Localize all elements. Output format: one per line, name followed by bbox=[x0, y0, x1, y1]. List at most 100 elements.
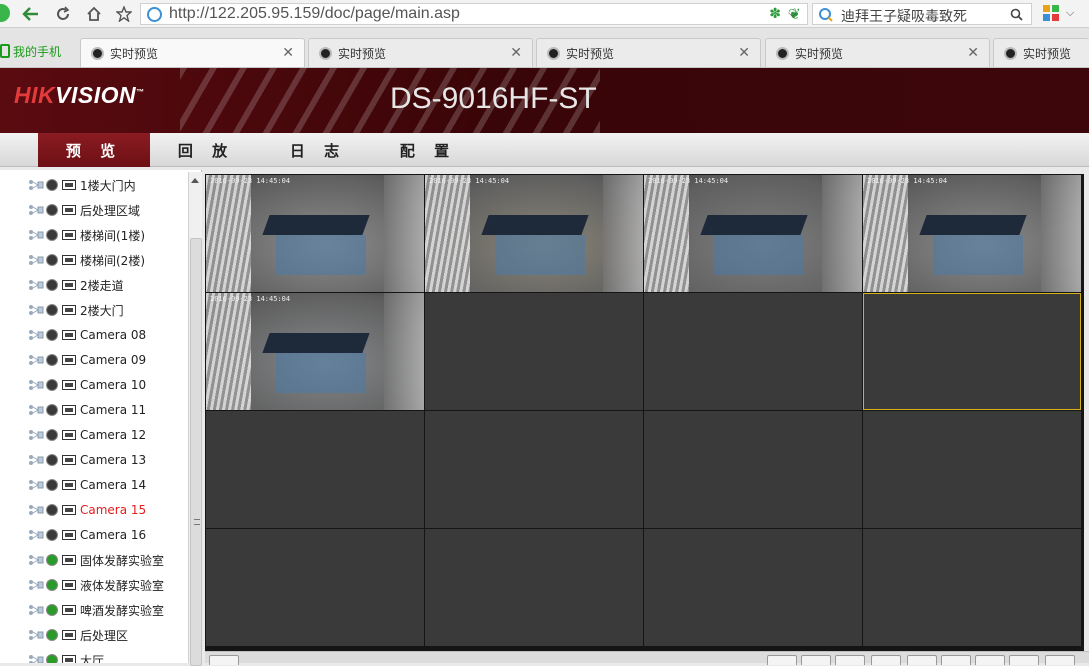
camera-icon[interactable] bbox=[46, 279, 58, 291]
camera-icon[interactable] bbox=[46, 329, 58, 341]
record-icon[interactable] bbox=[62, 580, 76, 590]
tab-preview-2[interactable]: 实时预览 ✕ bbox=[308, 38, 533, 67]
play-icon[interactable] bbox=[46, 604, 58, 616]
toolbar-button-6[interactable] bbox=[941, 655, 971, 665]
video-cell-empty[interactable] bbox=[206, 529, 424, 646]
apps-chevron-icon[interactable]: ⌵ bbox=[1066, 6, 1074, 20]
chevron-down-icon[interactable]: ⌵ bbox=[788, 6, 797, 21]
close-tab-icon[interactable]: ✕ bbox=[738, 45, 750, 61]
play-icon[interactable] bbox=[46, 629, 58, 641]
record-icon[interactable] bbox=[62, 555, 76, 565]
record-icon[interactable] bbox=[62, 655, 76, 663]
record-icon[interactable] bbox=[62, 455, 76, 465]
camera-tree-item[interactable]: Camera 16 bbox=[28, 524, 146, 546]
tab-preview-3[interactable]: 实时预览 ✕ bbox=[536, 38, 761, 67]
camera-tree-item[interactable]: 楼梯间(1楼) bbox=[28, 224, 145, 246]
camera-tree-item[interactable]: 2楼走道 bbox=[28, 274, 124, 296]
search-field[interactable]: 迪拜王子疑吸毒致死 bbox=[812, 3, 1032, 25]
record-icon[interactable] bbox=[62, 380, 76, 390]
camera-tree-item[interactable]: Camera 11 bbox=[28, 399, 146, 421]
camera-tree-item[interactable]: Camera 15 bbox=[28, 499, 146, 521]
video-cell-live[interactable]: 2016-09-23 14:45:04 bbox=[206, 293, 424, 410]
camera-tree-item[interactable]: Camera 08 bbox=[28, 324, 146, 346]
camera-tree-item[interactable]: 液体发酵实验室 bbox=[28, 574, 164, 596]
video-cell-empty[interactable] bbox=[425, 529, 643, 646]
video-cell-live[interactable]: 2016-09-23 14:45:04 bbox=[425, 175, 643, 292]
nav-preview[interactable]: 预 览 bbox=[38, 133, 150, 167]
nav-config[interactable]: 配 置 bbox=[372, 133, 484, 167]
camera-icon[interactable] bbox=[46, 254, 58, 266]
camera-icon[interactable] bbox=[46, 379, 58, 391]
record-icon[interactable] bbox=[62, 330, 76, 340]
video-cell-empty[interactable] bbox=[863, 293, 1081, 410]
close-tab-icon[interactable]: ✕ bbox=[967, 45, 979, 61]
video-cell-live[interactable]: 2016-09-23 14:45:04 bbox=[644, 175, 862, 292]
camera-icon[interactable] bbox=[46, 454, 58, 466]
tree-scrollbar[interactable] bbox=[188, 172, 202, 666]
url-field[interactable]: http://122.205.95.159/doc/page/main.asp … bbox=[140, 3, 808, 25]
camera-icon[interactable] bbox=[46, 504, 58, 516]
camera-tree-item[interactable]: Camera 13 bbox=[28, 449, 146, 471]
camera-tree-item[interactable]: Camera 12 bbox=[28, 424, 146, 446]
record-icon[interactable] bbox=[62, 430, 76, 440]
record-icon[interactable] bbox=[62, 530, 76, 540]
apps-icon[interactable] bbox=[1043, 5, 1059, 21]
camera-tree-item[interactable]: 楼梯间(2楼) bbox=[28, 249, 145, 271]
video-cell-empty[interactable] bbox=[425, 293, 643, 410]
record-icon[interactable] bbox=[62, 480, 76, 490]
camera-tree-item[interactable]: Camera 14 bbox=[28, 474, 146, 496]
record-icon[interactable] bbox=[62, 255, 76, 265]
camera-icon[interactable] bbox=[46, 479, 58, 491]
camera-icon[interactable] bbox=[46, 404, 58, 416]
camera-tree-item[interactable]: 1楼大门内 bbox=[28, 174, 136, 196]
record-icon[interactable] bbox=[62, 305, 76, 315]
close-tab-icon[interactable]: ✕ bbox=[282, 45, 294, 61]
favorite-button[interactable] bbox=[113, 3, 135, 25]
play-icon[interactable] bbox=[46, 579, 58, 591]
record-icon[interactable] bbox=[62, 405, 76, 415]
tab-mobile[interactable]: 我的手机 bbox=[0, 40, 61, 62]
video-cell-live[interactable]: 2016-09-23 14:45:04 bbox=[863, 175, 1081, 292]
camera-tree-item[interactable]: 2楼大门 bbox=[28, 299, 124, 321]
back-button[interactable] bbox=[20, 3, 42, 25]
toolbar-button-1[interactable] bbox=[767, 655, 797, 665]
video-cell-live[interactable]: 2016-09-23 14:45:04 bbox=[206, 175, 424, 292]
camera-tree-item[interactable]: 固体发酵实验室 bbox=[28, 549, 164, 571]
camera-tree-item[interactable]: 大厅 bbox=[28, 649, 104, 663]
layout-button[interactable] bbox=[209, 655, 239, 665]
tab-preview-4[interactable]: 实时预览 ✕ bbox=[765, 38, 990, 67]
camera-icon[interactable] bbox=[46, 204, 58, 216]
toolbar-button-9[interactable] bbox=[1045, 655, 1075, 665]
camera-icon[interactable] bbox=[46, 304, 58, 316]
nav-playback[interactable]: 回 放 bbox=[150, 133, 262, 167]
refresh-button[interactable] bbox=[52, 3, 74, 25]
tab-preview-5[interactable]: 实时预览 bbox=[993, 38, 1089, 67]
record-icon[interactable] bbox=[62, 280, 76, 290]
record-icon[interactable] bbox=[62, 230, 76, 240]
speed-icon[interactable]: ✽ bbox=[769, 6, 781, 22]
video-cell-empty[interactable] bbox=[644, 293, 862, 410]
toolbar-button-5[interactable] bbox=[907, 655, 937, 665]
toolbar-button-4[interactable] bbox=[871, 655, 901, 665]
video-cell-empty[interactable] bbox=[644, 529, 862, 646]
toolbar-button-2[interactable] bbox=[801, 655, 831, 665]
play-icon[interactable] bbox=[46, 554, 58, 566]
record-icon[interactable] bbox=[62, 605, 76, 615]
camera-icon[interactable] bbox=[46, 529, 58, 541]
camera-icon[interactable] bbox=[46, 429, 58, 441]
camera-tree-item[interactable]: Camera 09 bbox=[28, 349, 146, 371]
video-cell-empty[interactable] bbox=[863, 411, 1081, 528]
camera-icon[interactable] bbox=[46, 354, 58, 366]
camera-tree-item[interactable]: Camera 10 bbox=[28, 374, 146, 396]
play-icon[interactable] bbox=[46, 654, 58, 663]
video-cell-empty[interactable] bbox=[644, 411, 862, 528]
record-icon[interactable] bbox=[62, 505, 76, 515]
camera-tree-item[interactable]: 后处理区 bbox=[28, 624, 128, 646]
video-cell-empty[interactable] bbox=[206, 411, 424, 528]
record-icon[interactable] bbox=[62, 180, 76, 190]
scroll-thumb[interactable] bbox=[190, 238, 202, 666]
toolbar-button-7[interactable] bbox=[975, 655, 1005, 665]
record-icon[interactable] bbox=[62, 630, 76, 640]
camera-tree-item[interactable]: 啤酒发酵实验室 bbox=[28, 599, 164, 621]
home-button[interactable] bbox=[83, 3, 105, 25]
